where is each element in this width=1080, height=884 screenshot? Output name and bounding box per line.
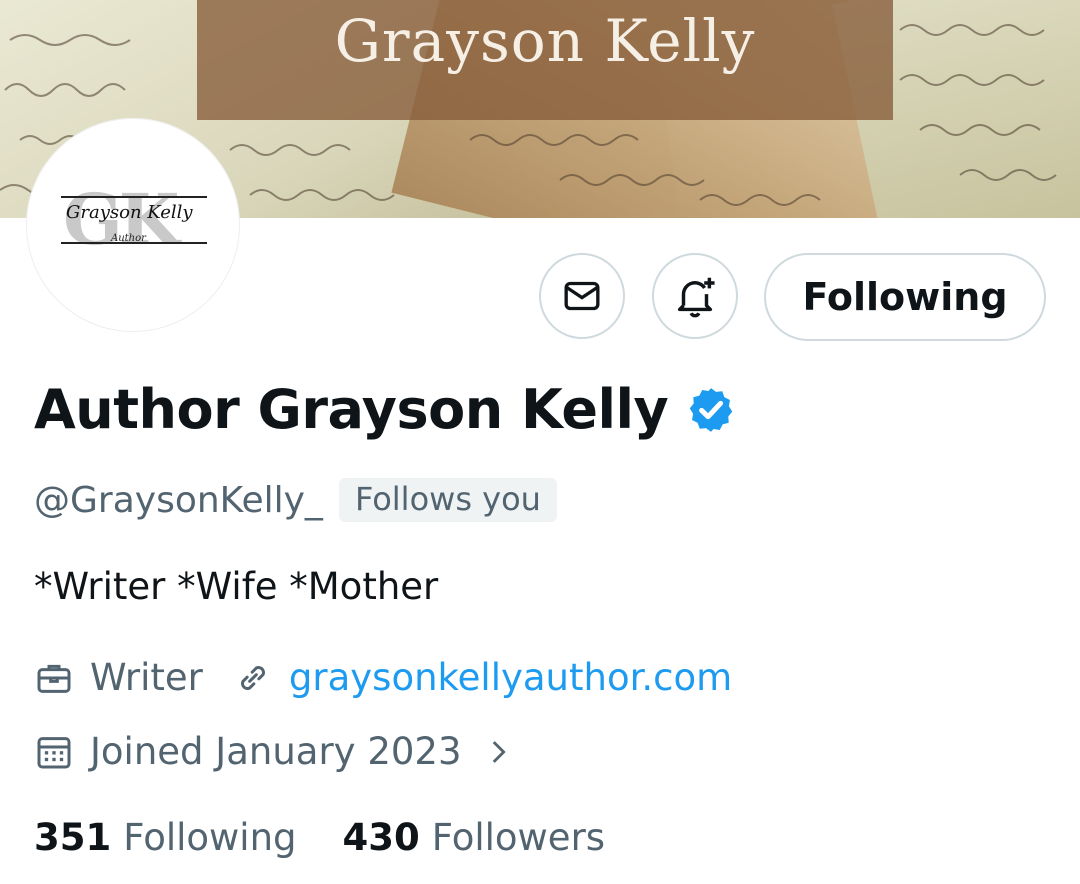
- bio: *Writer *Wife *Mother: [34, 565, 439, 608]
- followers-stat[interactable]: 430 Followers: [343, 816, 606, 859]
- display-name: Author Grayson Kelly: [34, 378, 736, 441]
- following-stat[interactable]: 351 Following: [34, 816, 297, 859]
- link-icon: [240, 665, 265, 690]
- website-link[interactable]: graysonkellyauthor.com: [289, 656, 732, 699]
- notifications-button[interactable]: [652, 253, 738, 339]
- display-name-text: Author Grayson Kelly: [34, 378, 669, 441]
- followers-count: 430: [342, 816, 420, 859]
- verified-badge-icon[interactable]: [686, 385, 736, 435]
- joined-date: Joined January 2023: [90, 730, 462, 773]
- briefcase-icon: [37, 664, 71, 693]
- following-label: Following: [123, 816, 297, 859]
- following-count: 351: [34, 816, 112, 859]
- chevron-right-icon[interactable]: [481, 735, 515, 769]
- calendar-icon: [37, 736, 71, 768]
- banner-title: Grayson Kelly: [334, 7, 756, 75]
- avatar-name: Grayson Kelly: [66, 202, 193, 223]
- bell-plus-icon: [677, 277, 715, 318]
- profile-meta-row: Writer graysonkellyauthor.com: [34, 656, 732, 699]
- profession: Writer: [90, 656, 203, 699]
- message-button[interactable]: [539, 253, 625, 339]
- avatar[interactable]: GK Grayson Kelly Author: [26, 118, 240, 332]
- follows-you-badge: Follows you: [338, 478, 557, 522]
- handle-row: @GraysonKelly_ Follows you: [34, 478, 557, 522]
- joined-row[interactable]: Joined January 2023: [34, 730, 515, 773]
- follow-counts: 351 Following 430 Followers: [34, 816, 605, 859]
- followers-label: Followers: [431, 816, 606, 859]
- following-button[interactable]: Following: [764, 253, 1046, 341]
- handle: @GraysonKelly_: [34, 479, 323, 521]
- envelope-icon: [564, 281, 600, 311]
- banner-title-box: Grayson Kelly: [197, 0, 893, 120]
- avatar-subtitle: Author: [111, 233, 146, 244]
- avatar-rule-top: [61, 196, 207, 198]
